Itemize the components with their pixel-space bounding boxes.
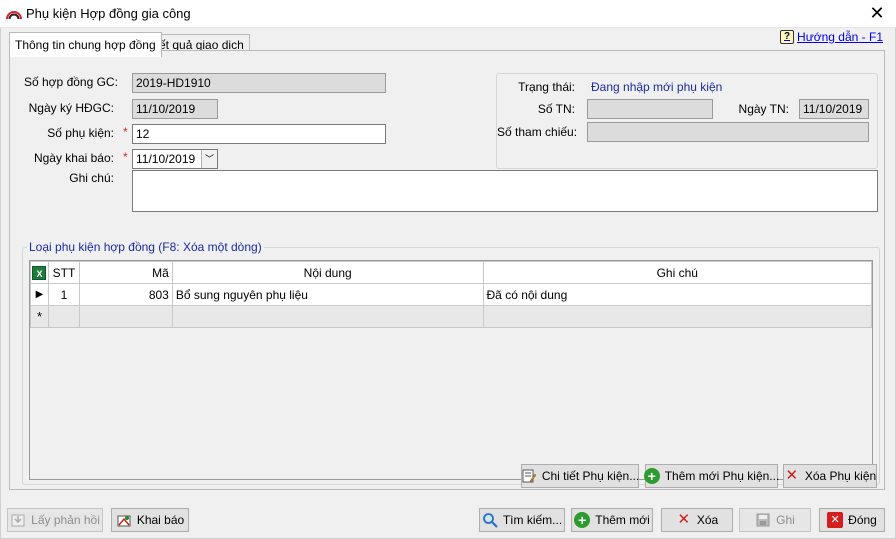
window-title: Phụ kiện Hợp đồng gia công — [26, 6, 191, 21]
cell-stt[interactable]: 1 — [47, 283, 80, 306]
contract-number-field[interactable]: 2019-HD1910 — [132, 73, 386, 93]
help-question-icon: ? — [780, 30, 795, 44]
floppy-disk-icon — [756, 513, 770, 527]
new-cell-noi-dung[interactable] — [171, 305, 484, 328]
delete-appendix-button[interactable]: ✕ Xóa Phụ kiện — [783, 464, 877, 488]
window-close-icon[interactable]: ✕ — [866, 2, 888, 24]
appendix-detail-button[interactable]: Chi tiết Phụ kiện... — [521, 464, 639, 488]
declaration-date-label: Ngày khai báo: — [33, 151, 114, 165]
declaration-date-required-mark: * — [123, 150, 128, 164]
close-button[interactable]: ✕ Đóng — [819, 508, 885, 532]
cell-ghi-chu[interactable]: Đã có nội dung — [482, 283, 872, 306]
receipt-date-label: Ngày TN: — [738, 102, 789, 116]
search-button-label: Tìm kiếm... — [502, 513, 563, 527]
add-new-button[interactable]: + Thêm mới — [571, 508, 653, 532]
contract-sign-date-field[interactable]: 11/10/2019 — [132, 99, 218, 119]
red-x-icon: ✕ — [785, 467, 799, 484]
add-new-button-label: Thêm mới — [595, 513, 650, 527]
title-bar: Phụ kiện Hợp đồng gia công ✕ — [0, 0, 896, 28]
grid-header-noi-dung[interactable]: Nội dung — [171, 261, 484, 284]
declaration-date-picker[interactable]: 11/10/2019 ﹀ — [132, 149, 218, 169]
plus-circle-icon: + — [643, 468, 660, 484]
tab-panel-general: Số hợp đồng GC: 2019-HD1910 Ngày ký HĐGC… — [9, 50, 885, 490]
excel-icon: X — [32, 265, 47, 280]
contract-number-label: Số hợp đồng GC: — [24, 75, 118, 89]
new-cell-stt[interactable] — [47, 305, 80, 328]
current-row-indicator-icon: ▶ — [30, 283, 49, 306]
receipt-number-label: Số TN: — [537, 102, 575, 116]
help-link[interactable]: ? Hướng dẫn - F1 — [780, 30, 883, 44]
delete-button[interactable]: ✕ Xóa — [661, 508, 733, 532]
get-response-button[interactable]: Lấy phản hồi — [7, 508, 103, 532]
inbox-download-icon — [11, 514, 25, 527]
tab-general-info-label: Thông tin chung hợp đồng — [15, 38, 156, 52]
send-document-icon — [117, 515, 131, 527]
rainbow-app-icon — [6, 11, 22, 20]
note-textarea[interactable] — [132, 170, 878, 212]
grid-export-excel-cell[interactable]: X — [30, 261, 49, 284]
save-button[interactable]: Ghi — [739, 508, 811, 532]
red-x-icon: ✕ — [677, 511, 691, 528]
appendix-detail-button-label: Chi tiết Phụ kiện... — [541, 469, 640, 483]
get-response-button-label: Lấy phản hồi — [31, 513, 100, 527]
declare-button[interactable]: Khai báo — [111, 508, 189, 532]
appendix-type-table: X STT Mã Nội dung Ghi chú ▶ 1 803 Bổ sun… — [30, 261, 872, 328]
grid-header-ma[interactable]: Mã — [78, 261, 173, 284]
new-cell-ma[interactable] — [78, 305, 173, 328]
status-value: Đang nhập mới phụ kiện — [591, 80, 723, 94]
table-row[interactable]: ▶ 1 803 Bổ sung nguyên phụ liệu Đã có nộ… — [30, 283, 872, 306]
new-table-row[interactable]: * — [30, 305, 872, 328]
appendix-type-group: Loại phụ kiện hợp đồng (F8: Xóa một dòng… — [22, 240, 880, 485]
reference-number-label: Số tham chiếu: — [497, 125, 578, 139]
help-link-label: Hướng dẫn - F1 — [797, 30, 883, 44]
search-button[interactable]: Tìm kiếm... — [479, 508, 565, 532]
plus-circle-icon: + — [574, 512, 591, 528]
grid-header-ghi-chu[interactable]: Ghi chú — [482, 261, 872, 284]
contract-sign-date-label: Ngày ký HĐGC: — [28, 101, 114, 115]
declaration-date-value: 11/10/2019 — [136, 152, 196, 166]
grid-header-row: X STT Mã Nội dung Ghi chú — [30, 261, 872, 284]
add-appendix-button-label: Thêm mới Phụ kiện... — [664, 469, 780, 483]
reference-number-field[interactable] — [587, 122, 869, 142]
receipt-number-field[interactable] — [587, 99, 713, 119]
close-icon: ✕ — [827, 512, 844, 528]
search-icon — [482, 513, 498, 528]
appendix-number-input[interactable]: 12 — [132, 124, 386, 144]
delete-appendix-button-label: Xóa Phụ kiện — [804, 469, 877, 483]
appendix-number-required-mark: * — [123, 125, 128, 139]
appendix-number-label: Số phụ kiện: — [47, 126, 114, 140]
grid-header-stt[interactable]: STT — [47, 261, 80, 284]
new-row-indicator-icon: * — [30, 305, 49, 328]
new-cell-ghi-chu[interactable] — [482, 305, 872, 328]
close-button-label: Đóng — [848, 513, 877, 527]
add-appendix-button[interactable]: + Thêm mới Phụ kiện... — [643, 464, 780, 488]
appendix-type-group-title: Loại phụ kiện hợp đồng (F8: Xóa một dòng… — [27, 240, 264, 254]
cell-ma[interactable]: 803 — [78, 283, 173, 306]
status-label: Trạng thái: — [518, 80, 575, 94]
declare-button-label: Khai báo — [136, 513, 185, 527]
appendix-type-grid: X STT Mã Nội dung Ghi chú ▶ 1 803 Bổ sun… — [29, 260, 873, 480]
chevron-down-icon[interactable]: ﹀ — [201, 150, 217, 168]
window-client-area: Thông tin chung hợp đồng Kết quả giao dị… — [0, 28, 896, 539]
status-panel: Trạng thái: Đang nhập mới phụ kiện Số TN… — [496, 73, 878, 169]
document-edit-icon — [522, 469, 537, 483]
receipt-date-field[interactable]: 11/10/2019 — [799, 99, 869, 119]
note-label: Ghi chú: — [69, 171, 114, 185]
cell-noi-dung[interactable]: Bổ sung nguyên phụ liệu — [171, 283, 484, 306]
delete-button-label: Xóa — [696, 513, 719, 527]
save-button-label: Ghi — [776, 513, 795, 527]
tab-general-info[interactable]: Thông tin chung hợp đồng — [9, 32, 162, 57]
